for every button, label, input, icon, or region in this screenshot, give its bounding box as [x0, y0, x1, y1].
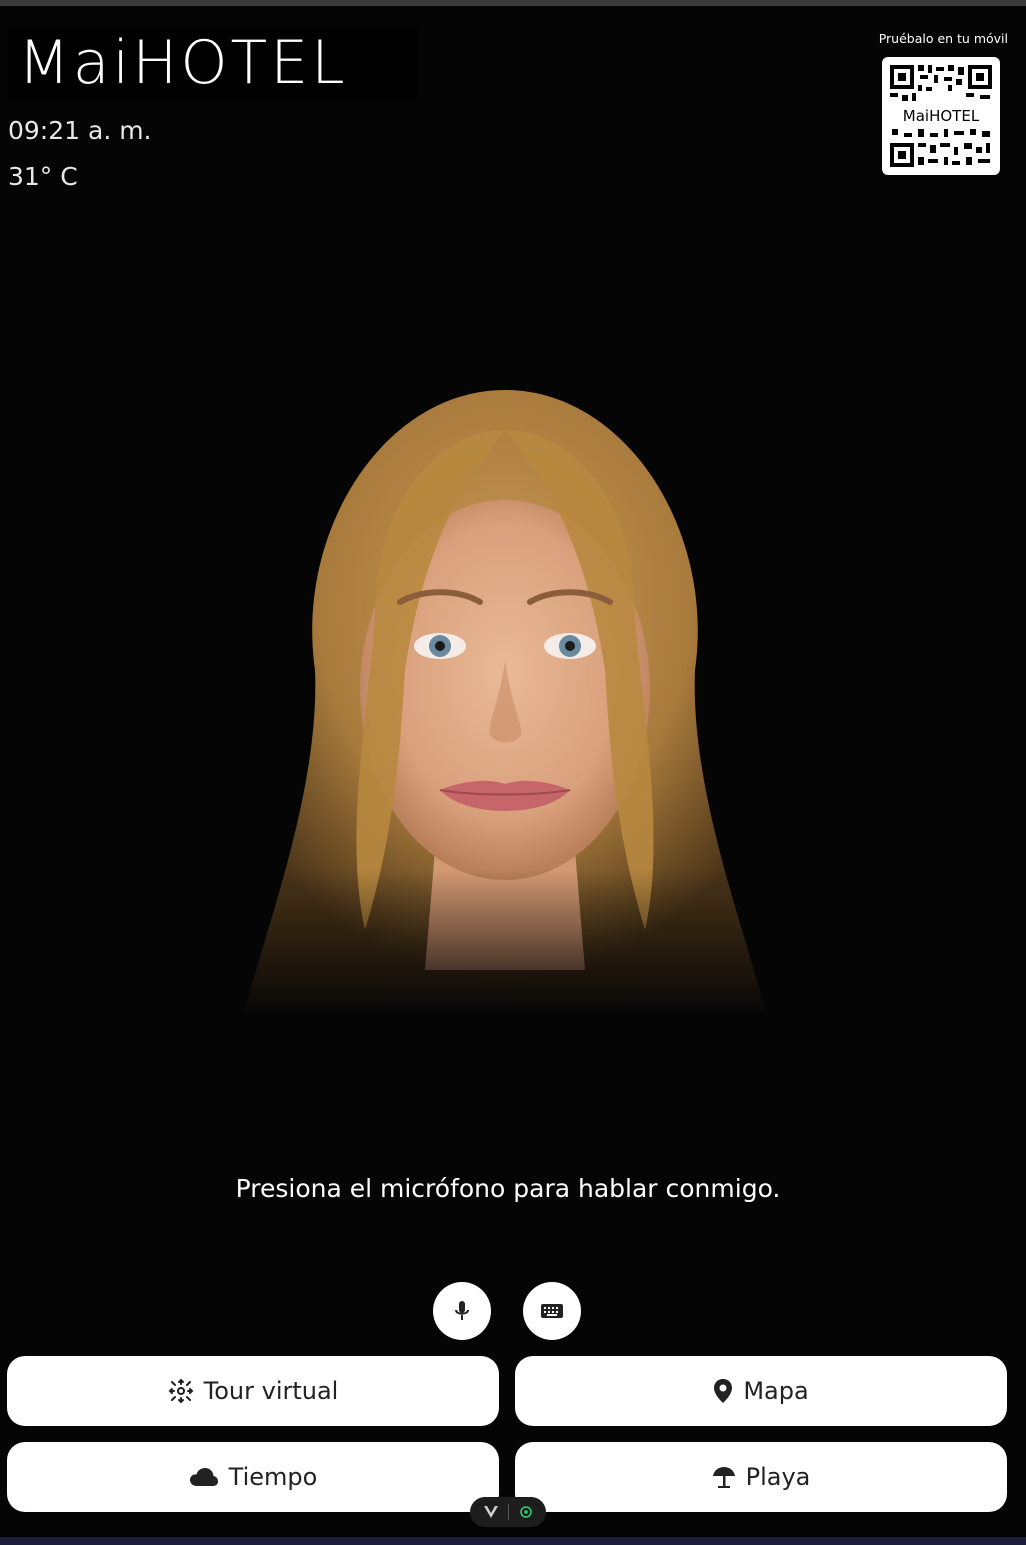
keyboard-icon — [541, 1304, 563, 1318]
logo: MaiHOTEL — [8, 27, 418, 99]
temperature: 31° C — [8, 162, 78, 191]
virtual-tour-button[interactable]: Tour virtual — [7, 1356, 499, 1426]
logo-text: MaiHOTEL — [18, 28, 348, 98]
map-pin-icon — [713, 1378, 733, 1404]
clock: 09:21 a. m. — [8, 116, 152, 145]
assistant-prompt: Presiona el micrófono para hablar conmig… — [235, 1174, 781, 1203]
virtual-tour-icon — [168, 1378, 194, 1404]
qr-caption: Pruébalo en tu móvil — [878, 31, 1008, 46]
dev-toolbar[interactable] — [470, 1497, 546, 1527]
map-button[interactable]: Mapa — [515, 1356, 1007, 1426]
target-icon[interactable] — [519, 1505, 533, 1519]
avatar-image — [225, 390, 785, 1020]
beach-umbrella-icon — [712, 1465, 736, 1489]
top-bar — [0, 0, 1026, 6]
qr-code: MaiHOTEL — [882, 57, 1000, 175]
vue-logo-icon — [483, 1506, 498, 1518]
beach-label: Playa — [745, 1463, 811, 1491]
microphone-button[interactable] — [433, 1282, 491, 1340]
virtual-tour-label: Tour virtual — [203, 1377, 339, 1405]
svg-text:MaiHOTEL: MaiHOTEL — [903, 107, 980, 125]
assistant-avatar — [225, 370, 785, 1020]
map-label: Mapa — [743, 1377, 809, 1405]
cloud-icon — [189, 1467, 219, 1487]
qr-code-icon: MaiHOTEL — [888, 63, 994, 169]
divider — [507, 1504, 509, 1520]
kiosk-screen: MaiHOTEL 09:21 a. m. 31° C Pruébalo en t… — [0, 0, 1026, 1545]
weather-label: Tiempo — [228, 1463, 318, 1491]
bottom-bar — [0, 1537, 1026, 1545]
beach-button[interactable]: Playa — [515, 1442, 1007, 1512]
microphone-icon — [455, 1301, 469, 1320]
keyboard-button[interactable] — [523, 1282, 581, 1340]
weather-button[interactable]: Tiempo — [7, 1442, 499, 1512]
